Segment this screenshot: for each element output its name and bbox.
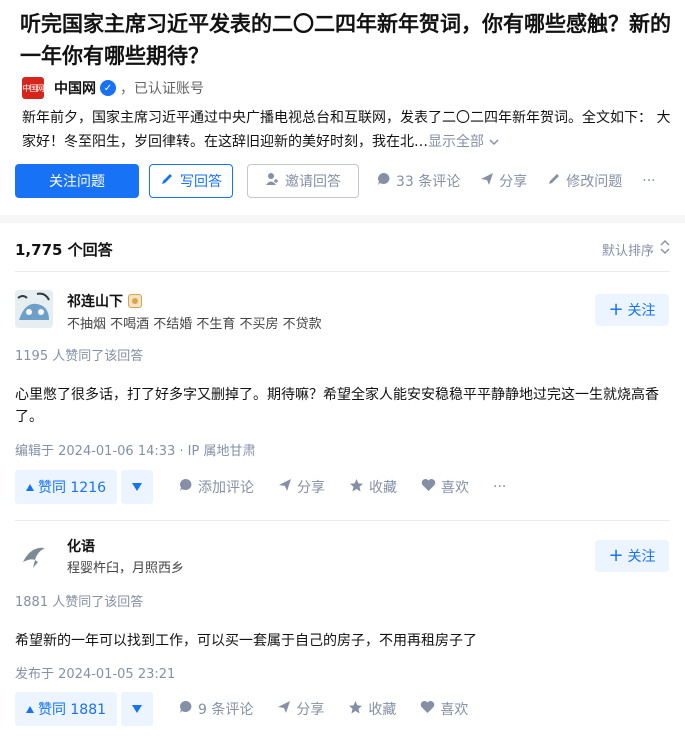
- collect-button[interactable]: 收藏: [349, 477, 397, 497]
- comment-icon: [179, 700, 193, 718]
- share-button[interactable]: 分享: [278, 477, 325, 497]
- star-icon: [349, 478, 364, 497]
- author-name[interactable]: 祁连山下: [67, 291, 142, 311]
- sort-label: 默认排序: [601, 243, 654, 259]
- share-icon: [480, 172, 494, 190]
- collect-label: 收藏: [369, 480, 397, 496]
- follow-author-button[interactable]: + 关注: [595, 540, 669, 572]
- question-title[interactable]: 听完国家主席习近平发表的二〇二四年新年贺词，你有哪些感触？新的一年你有哪些期待？: [20, 8, 685, 72]
- star-icon: [348, 700, 363, 719]
- write-answer-button[interactable]: 写回答: [149, 164, 233, 198]
- share-icon: [278, 478, 292, 496]
- answer-list-header: 1,775 个回答 默认排序: [15, 239, 670, 259]
- upvote-button[interactable]: 赞同 1216: [15, 470, 117, 504]
- answer-time[interactable]: 发布于 2024-01-05 23:21: [15, 663, 175, 682]
- divider: [15, 520, 670, 521]
- share-icon: [277, 700, 291, 718]
- invite-answer-label: 邀请回答: [285, 174, 341, 190]
- show-all-link[interactable]: 显示全部: [428, 134, 484, 150]
- verified-icon: ✓: [100, 80, 116, 96]
- heart-icon: [420, 700, 435, 718]
- author-name-text: 祁连山下: [67, 294, 123, 310]
- upvote-icon: [25, 483, 34, 491]
- divider: [15, 271, 670, 272]
- plus-icon: +: [608, 545, 624, 566]
- avatar[interactable]: [15, 536, 53, 574]
- author-headline: 不抽烟 不喝酒 不结婚 不生育 不买房 不贷款: [67, 317, 322, 332]
- question-share-button[interactable]: 分享: [480, 171, 527, 191]
- follow-label: 关注: [627, 303, 656, 319]
- add-comment-button[interactable]: 添加评论: [179, 477, 254, 497]
- answer-action-bar: 赞同 1216 添加评论 分享 收藏 喜欢 ···: [15, 470, 506, 504]
- question-comments-button[interactable]: 33 条评论: [377, 171, 460, 191]
- downvote-icon: [132, 483, 142, 491]
- downvote-button[interactable]: [121, 470, 153, 504]
- downvote-button[interactable]: [121, 692, 153, 726]
- comment-icon: [377, 172, 391, 190]
- follow-label: 关注: [627, 549, 656, 565]
- answer-content[interactable]: 希望新的一年可以找到工作，可以买一套属于自己的房子，不用再租房子了: [15, 630, 670, 652]
- write-answer-label: 写回答: [180, 174, 222, 190]
- upvote-icon: [25, 705, 34, 713]
- comment-label: 9 条评论: [198, 702, 254, 718]
- answer-time[interactable]: 编辑于 2024-01-06 14:33 · IP 属地甘肃: [15, 440, 255, 459]
- more-button[interactable]: ···: [493, 479, 506, 495]
- answer-content[interactable]: 心里憋了很多话，打了好多字又删掉了。期待嘛？希望全家人能安安稳稳平平静静地过完这…: [15, 384, 670, 428]
- comment-icon: [179, 478, 193, 496]
- question-more-button[interactable]: ···: [642, 173, 655, 189]
- answer-action-bar: 赞同 1881 9 条评论 分享 收藏 喜欢: [15, 692, 468, 726]
- certified-label: ，已认证账号: [120, 81, 204, 97]
- comments-button[interactable]: 9 条评论: [179, 699, 253, 719]
- edit-question-label: 修改问题: [566, 174, 623, 190]
- question-comments-label: 33 条评论: [396, 174, 461, 190]
- like-label: 喜欢: [440, 702, 469, 718]
- invite-user-icon: [265, 172, 279, 190]
- like-button[interactable]: 喜欢: [421, 477, 469, 497]
- follow-author-button[interactable]: + 关注: [595, 294, 669, 326]
- votes-summary: 1881 人赞同了该回答: [15, 595, 144, 610]
- like-button[interactable]: 喜欢: [420, 699, 468, 719]
- upvote-label: 赞同 1881: [37, 702, 107, 718]
- question-actions: 关注问题 写回答 邀请回答 33 条评论 分享 修改问题 ···: [15, 164, 656, 198]
- upvote-button[interactable]: 赞同 1881: [15, 692, 117, 726]
- avatar[interactable]: [15, 290, 53, 328]
- share-label: 分享: [296, 702, 325, 718]
- summary-text: 新年前夕，国家主席习近平通过中央广播电视总台和互联网，发表了二〇二四年新年贺词。…: [22, 110, 671, 150]
- collect-label: 收藏: [368, 702, 397, 718]
- invite-answer-button[interactable]: 邀请回答: [247, 164, 359, 198]
- answer-count: 1,775 个回答: [15, 240, 113, 259]
- edit-question-button[interactable]: 修改问题: [547, 171, 622, 191]
- like-label: 喜欢: [441, 480, 469, 496]
- upvote-label: 赞同 1216: [37, 480, 107, 496]
- publisher-name[interactable]: 中国网: [54, 78, 96, 98]
- chevron-down-icon[interactable]: [488, 134, 500, 150]
- author-name[interactable]: 化语: [67, 536, 95, 556]
- question-card: 听完国家主席习近平发表的二〇二四年新年贺词，你有哪些感触？新的一年你有哪些期待？…: [0, 0, 685, 215]
- sort-dropdown[interactable]: 默认排序: [602, 240, 670, 259]
- votes-summary: 1195 人赞同了该回答: [15, 349, 144, 364]
- edit-icon: [547, 172, 561, 190]
- share-label: 分享: [297, 480, 325, 496]
- creator-badge-icon: [128, 294, 142, 308]
- question-author: 中国网 中国网 ✓ ，已认证账号: [22, 76, 204, 100]
- publisher-logo[interactable]: 中国网: [22, 77, 45, 99]
- follow-question-button[interactable]: 关注问题: [15, 164, 139, 198]
- author-headline: 程婴杵臼，月照西乡: [67, 561, 185, 576]
- sort-arrows-icon: [660, 240, 670, 258]
- question-summary: 新年前夕，国家主席习近平通过中央广播电视总台和互联网，发表了二〇二四年新年贺词。…: [22, 106, 672, 154]
- comment-label: 添加评论: [198, 480, 254, 496]
- share-button[interactable]: 分享: [277, 699, 324, 719]
- heart-icon: [421, 478, 436, 496]
- downvote-icon: [132, 705, 142, 713]
- pencil-icon: [160, 172, 174, 190]
- answer-list: 1,775 个回答 默认排序 祁连山下 不抽烟 不喝酒 不结婚 不生育 不买房 …: [0, 223, 685, 738]
- plus-icon: +: [608, 299, 624, 320]
- collect-button[interactable]: 收藏: [348, 699, 396, 719]
- question-share-label: 分享: [499, 174, 528, 190]
